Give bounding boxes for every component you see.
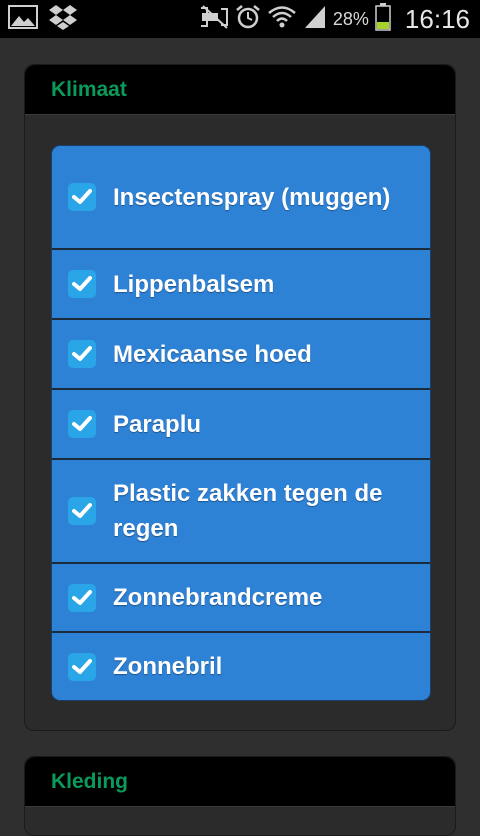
item-label: Plastic zakken tegen de regen [113, 480, 383, 542]
gallery-icon [8, 4, 38, 34]
section-title: Kleding [51, 769, 128, 793]
section-header[interactable]: Klimaat [25, 65, 455, 115]
item-label: Zonnebril [113, 653, 223, 680]
battery-icon [375, 2, 391, 36]
checkbox-checked-icon[interactable] [68, 497, 96, 525]
section-title: Klimaat [51, 77, 127, 101]
signal-icon [303, 4, 327, 35]
checkbox-checked-icon[interactable] [68, 270, 96, 298]
clock: 16:16 [404, 3, 470, 34]
item-label: Mexicaanse hoed [113, 340, 312, 368]
checklist-item[interactable]: Paraplu [52, 390, 430, 460]
checklist: Insectenspray (muggen) Lippenbalsem Mexi… [51, 145, 431, 701]
item-label: Zonnebrandcreme [113, 584, 323, 611]
item-label: Lippenbalsem [113, 270, 275, 298]
checklist-item[interactable]: Zonnebril [52, 633, 430, 700]
checkbox-checked-icon[interactable] [68, 340, 96, 368]
status-bar: 28% 16:16 [0, 0, 480, 38]
checklist-item[interactable]: Mexicaanse hoed [52, 320, 430, 390]
item-label: Insectenspray (muggen) [113, 183, 391, 211]
wifi-icon [267, 4, 297, 35]
checklist-item[interactable]: Zonnebrandcreme [52, 564, 430, 633]
checkbox-checked-icon[interactable] [68, 583, 96, 612]
battery-percent: 28% [332, 8, 369, 29]
item-label: Paraplu [113, 410, 202, 438]
dropbox-icon [48, 4, 78, 35]
alarm-icon [235, 4, 261, 35]
section-card-klimaat: Klimaat Insectenspray (muggen) Lippenbal… [24, 64, 456, 731]
section-card-kleding: Kleding [24, 756, 456, 836]
checkbox-checked-icon[interactable] [68, 652, 96, 681]
checkbox-checked-icon[interactable] [68, 183, 96, 211]
checklist-item[interactable]: Plastic zakken tegen de regen [52, 460, 430, 564]
checkbox-checked-icon[interactable] [68, 410, 96, 438]
checklist-item[interactable]: Insectenspray (muggen) [52, 146, 430, 250]
mute-icon [199, 4, 229, 35]
checklist-item[interactable]: Lippenbalsem [52, 250, 430, 320]
